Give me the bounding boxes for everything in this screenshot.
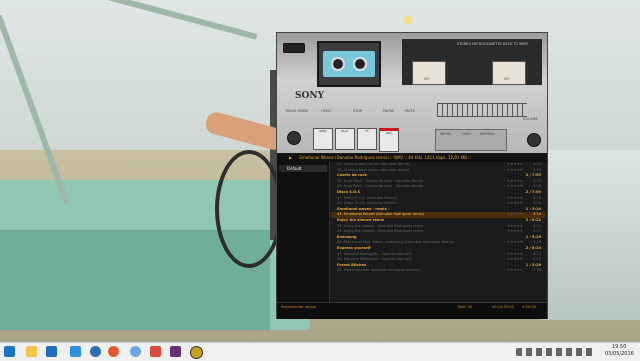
tray-icons[interactable] <box>516 348 596 356</box>
vu-label-right: VU <box>504 77 509 81</box>
row-title: 47. Danubio Rodriguez - Express yourself <box>337 251 412 256</box>
row-title: 39. Ecos Rock - Cuarto de rock - Danubio… <box>337 178 423 183</box>
level-scale <box>437 103 527 117</box>
browser-icon[interactable] <box>130 346 141 357</box>
control-open[interactable]: OPEN <box>321 109 331 113</box>
player-taskbar-icon[interactable] <box>190 346 203 359</box>
vu-meter-left <box>412 61 446 85</box>
cmd-icon[interactable] <box>170 346 181 357</box>
row-title: Emotional waves - remix <box>337 206 387 211</box>
store-icon[interactable] <box>46 346 57 357</box>
row-title: 38. Coming back to me (Danubio remix) <box>337 167 410 172</box>
eq-label-normal[interactable]: NORMAL <box>480 132 495 136</box>
rewind-button[interactable]: REW <box>313 128 333 150</box>
play-button[interactable]: PLAY <box>335 128 355 150</box>
eq-label-metal[interactable]: METAL <box>440 132 451 136</box>
row-title: Disco S.O.S <box>337 189 361 194</box>
now-playing-text: Emotional Waves (Danubio Rodriguez remix… <box>299 155 471 160</box>
status-time: 5:05:56 <box>522 305 536 309</box>
status-total: Total: 00 <box>457 305 473 309</box>
cassette-tape <box>323 51 375 77</box>
wallpaper-steering-wheel <box>215 150 283 268</box>
windows-icon[interactable] <box>70 346 81 357</box>
file-explorer-icon[interactable] <box>26 346 37 357</box>
playlist-view[interactable]: 37. Coming back to me (Danubio Remix) ★★★… <box>331 162 545 302</box>
playlist-sidebar: Default <box>277 162 330 302</box>
row-title: Cuarto de rock <box>337 173 367 178</box>
row-title: Evensong <box>337 234 357 239</box>
row-title: 43. Emotional Waves (Danubio Rodriguez r… <box>337 212 425 217</box>
row-title: Express yourself <box>337 245 371 250</box>
row-title: 49. Forest Bitches (Danubio Rodriguez Re… <box>337 268 420 273</box>
cassette-window <box>317 41 381 87</box>
row-title: 41. Disco S.O.S. (Danubio Remix) <box>337 195 397 200</box>
control-pause[interactable]: PAUSE <box>383 109 394 113</box>
volume-knob[interactable] <box>527 133 541 147</box>
status-left: Reproducido rápido <box>281 305 317 309</box>
row-title: 46. Rob Lucas feat. Emoli - Evensong (Da… <box>337 240 455 245</box>
cassette-deck-skin: STEREO MICROCASSETTE DECK TC WM3 VU VU S… <box>277 33 547 153</box>
media-app-icon[interactable] <box>108 346 119 357</box>
record-knob[interactable] <box>287 131 301 145</box>
status-duration: 00:14:59:00 <box>492 305 514 309</box>
row-title: Enjoy the silence remix <box>337 217 385 222</box>
vu-meter-right <box>492 61 526 85</box>
row-title: 48. Danubio Rodriguez - Express yourself <box>337 257 412 262</box>
row-title: 44. Enjoy the silence - Danubio Rodrigue… <box>337 223 424 228</box>
playlist-track-row[interactable]: 49. Forest Bitches (Danubio Rodriguez Re… <box>331 268 545 274</box>
status-bar: Reproducido rápido Total: 00 00:14:59:00… <box>277 302 547 319</box>
flux-icon[interactable] <box>150 346 161 357</box>
row-duration: 5:26 <box>532 268 541 273</box>
playlist-tab-label: Default <box>287 166 302 171</box>
deck-model-label: STEREO MICROCASSETTE DECK TC WM3 <box>457 42 528 46</box>
now-playing-bar: ▶ Emotional Waves (Danubio Rodriguez rem… <box>277 154 547 162</box>
control-track-mode[interactable]: TRACK MODE <box>285 109 308 113</box>
settings-icon[interactable] <box>90 346 101 357</box>
brand-logo: SONY <box>295 91 324 101</box>
vu-meter-panel: STEREO MICROCASSETTE DECK TC WM3 VU VU <box>402 39 542 85</box>
transport-buttons: REW PLAY FF REC <box>313 128 403 152</box>
playlist-tab-default[interactable]: Default <box>279 165 327 172</box>
fast-forward-button[interactable]: FF <box>357 128 377 150</box>
power-knob[interactable] <box>283 43 305 53</box>
record-button[interactable]: REC <box>379 128 399 152</box>
taskbar: 19:50 03/05/2016 <box>0 342 640 361</box>
vu-label-left: VU <box>424 77 429 81</box>
eq-switch-panel: METAL HIGH NORMAL <box>435 129 507 151</box>
control-mute[interactable]: MUTE <box>405 109 415 113</box>
mouse-cursor-icon <box>404 16 412 24</box>
left-reel-icon <box>331 57 345 71</box>
row-title: 40. Ecos Rock - Cuarto de rock - Danubio… <box>337 184 423 189</box>
clock-date[interactable]: 03/05/2016 <box>605 351 634 357</box>
row-title: 42. Disco S.O.S. (Danubio Remix) <box>337 201 397 206</box>
wallpaper-water <box>540 150 640 320</box>
rating-stars[interactable]: ★★★★★ <box>507 268 523 274</box>
right-reel-icon <box>353 57 367 71</box>
row-title: Forest Bitches <box>337 262 367 267</box>
volume-label: VOLUME <box>523 117 538 121</box>
start-button-icon[interactable] <box>4 346 15 357</box>
control-stop[interactable]: STOP <box>353 109 362 113</box>
music-player-window[interactable]: STEREO MICROCASSETTE DECK TC WM3 VU VU S… <box>276 32 548 319</box>
clock-time[interactable]: 19:50 <box>612 344 626 350</box>
row-title: 37. Coming back to me (Danubio Remix) <box>337 162 411 166</box>
eq-label-high[interactable]: HIGH <box>462 132 471 136</box>
row-title: 45. Enjoy the silence - Danubio Rodrigue… <box>337 229 424 234</box>
play-indicator-icon: ▶ <box>289 155 293 160</box>
